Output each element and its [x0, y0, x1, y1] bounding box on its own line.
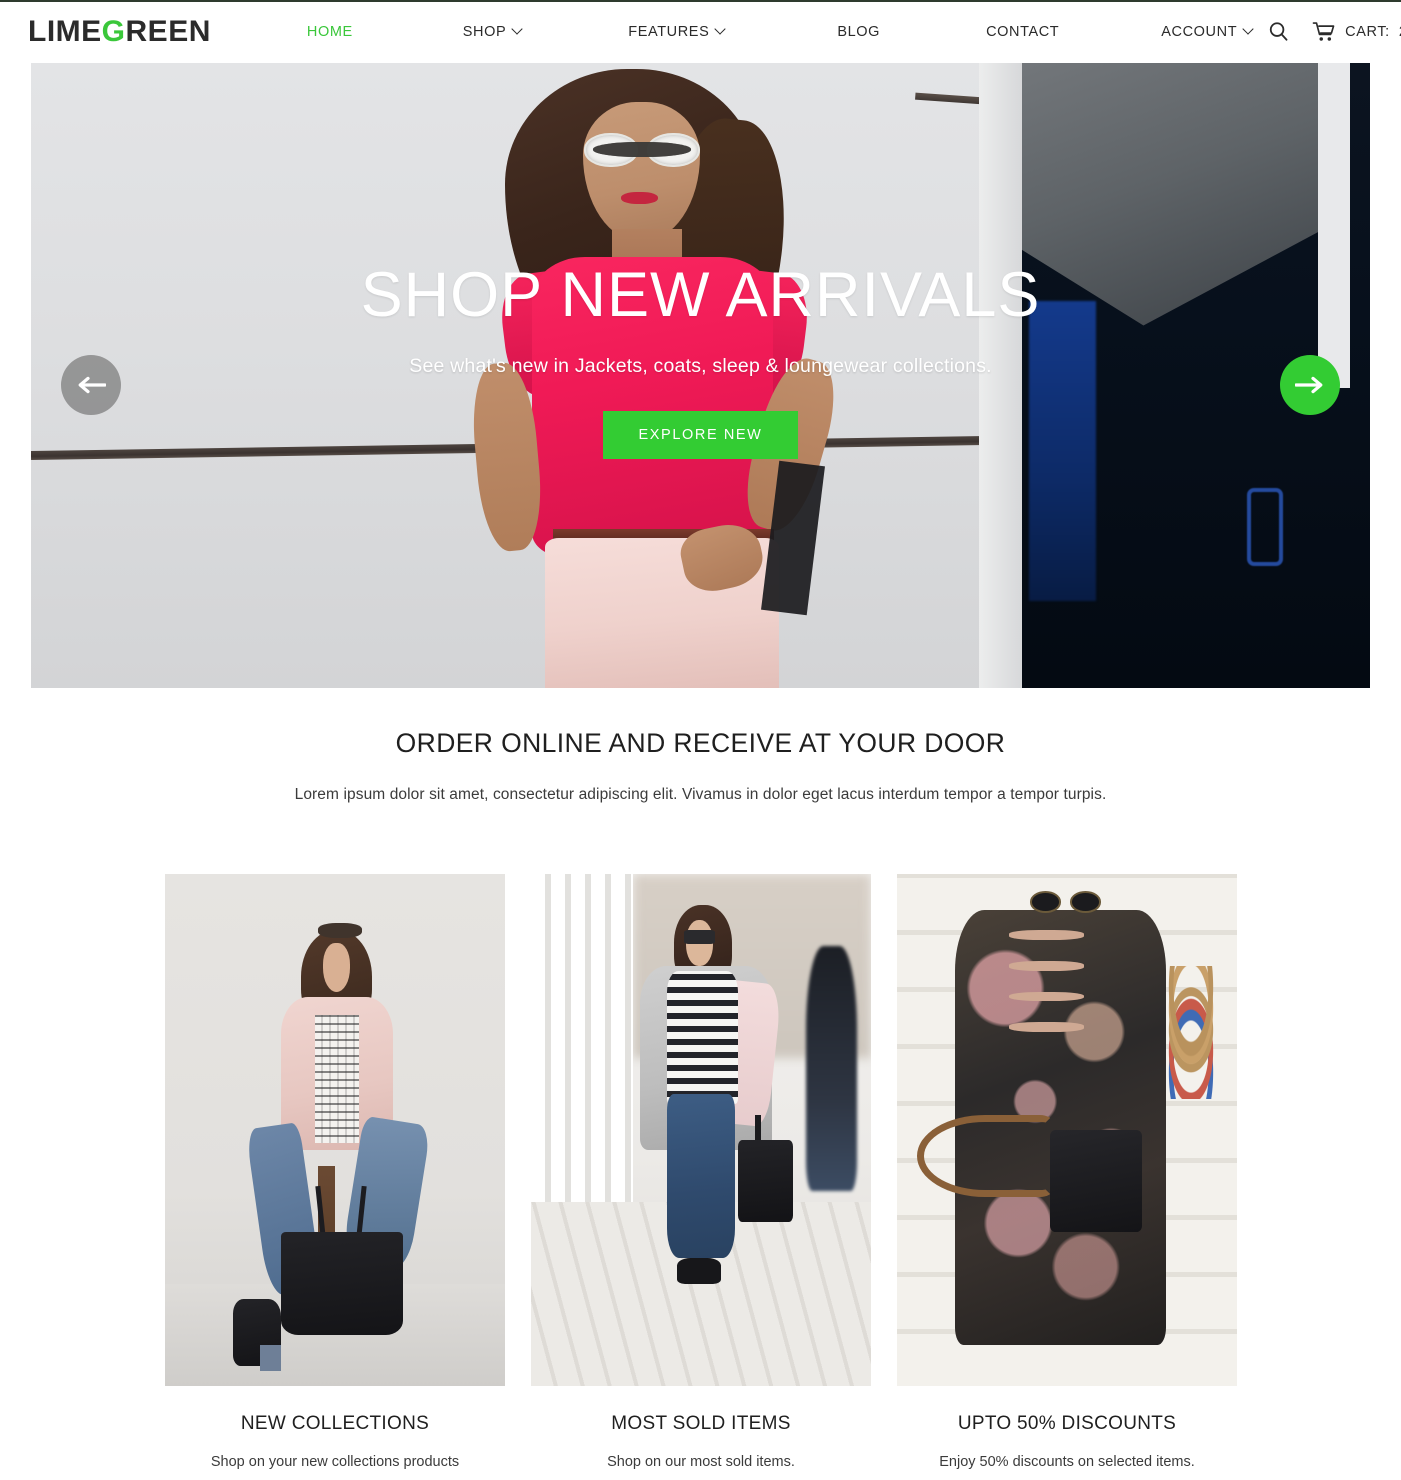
model-lips	[621, 191, 658, 205]
category-desc-discounts: Enjoy 50% discounts on selected items.	[939, 1454, 1195, 1470]
nav-item-home-label: HOME	[306, 23, 353, 40]
sunglasses-icon	[1029, 891, 1101, 913]
section-subtitle: Lorem ipsum dolor sit amet, consectetur …	[294, 786, 1107, 803]
main-navigation: HOME SHOP FEATURES BLOG CONTACT ACCOUNT	[289, 24, 1267, 40]
category-card-new-collections: NEW COLLECTIONS Shop on your new collect…	[165, 874, 505, 1470]
hero-slider: SHOP NEW ARRIVALS See what's new in Jack…	[31, 63, 1370, 688]
category-cards: NEW COLLECTIONS Shop on your new collect…	[165, 874, 1237, 1470]
nav-item-contact-label: CONTACT	[986, 23, 1060, 40]
nav-item-features[interactable]: FEATURES	[614, 24, 739, 40]
sunglasses-icon	[584, 133, 701, 167]
search-icon	[1269, 22, 1288, 41]
nav-item-contact[interactable]: CONTACT	[972, 24, 1073, 40]
header-actions: CART: 2	[1267, 20, 1401, 43]
category-card-discounts: UPTO 50% DISCOUNTS Enjoy 50% discounts o…	[897, 874, 1237, 1470]
arrow-left-icon	[78, 376, 106, 394]
site-header: LIMEGREEN HOME SHOP FEATURES BLOG CONTAC…	[0, 2, 1401, 61]
category-title-new-collections: NEW COLLECTIONS	[240, 1413, 430, 1434]
carousel-next-button[interactable]	[1280, 355, 1340, 415]
nav-item-features-label: FEATURES	[628, 23, 710, 40]
model-pink-top	[531, 256, 773, 557]
category-title-discounts: UPTO 50% DISCOUNTS	[957, 1413, 1177, 1434]
leather-belt	[917, 1114, 1054, 1197]
logo-part-1: LIME	[28, 14, 102, 48]
nav-item-shop-label: SHOP	[462, 23, 507, 40]
category-image-most-sold-items[interactable]	[531, 874, 871, 1386]
nav-item-blog-label: BLOG	[837, 23, 881, 40]
site-logo[interactable]: LIMEGREEN	[28, 15, 211, 49]
arrow-right-icon	[1295, 376, 1323, 394]
explore-new-button[interactable]: EXPLORE NEW	[602, 411, 799, 459]
cart-label: CART:	[1345, 23, 1390, 40]
intro-section: ORDER ONLINE AND RECEIVE AT YOUR DOOR Lo…	[0, 728, 1401, 804]
cart-button[interactable]: CART: 2	[1312, 21, 1401, 43]
shopping-cart-icon	[1312, 21, 1335, 41]
nav-item-home[interactable]: HOME	[293, 24, 367, 40]
logo-part-2: REEN	[125, 14, 211, 48]
nav-item-shop[interactable]: SHOP	[449, 24, 537, 40]
hero-background-image	[31, 63, 1370, 688]
category-image-discounts[interactable]	[897, 874, 1237, 1386]
nav-item-account[interactable]: ACCOUNT	[1147, 24, 1267, 40]
sunglass-lens-right	[593, 133, 701, 167]
carousel-prev-button[interactable]	[61, 355, 121, 415]
chevron-down-icon	[1244, 25, 1253, 34]
category-image-new-collections[interactable]	[165, 874, 505, 1386]
chevron-down-icon	[513, 25, 522, 34]
nav-item-blog[interactable]: BLOG	[823, 24, 894, 40]
category-desc-most-sold-items: Shop on our most sold items.	[607, 1454, 795, 1470]
chevron-down-icon	[716, 25, 725, 34]
sunglasses-on-head-icon	[318, 922, 363, 938]
search-button[interactable]	[1267, 20, 1290, 43]
section-title: ORDER ONLINE AND RECEIVE AT YOUR DOOR	[395, 728, 1006, 758]
nav-item-account-label: ACCOUNT	[1161, 23, 1238, 40]
hero-model	[31, 63, 1370, 688]
bangles	[1155, 966, 1227, 1100]
category-title-most-sold-items: MOST SOLD ITEMS	[611, 1413, 791, 1434]
logo-accent-letter: G	[101, 14, 126, 48]
black-purse	[1050, 1130, 1142, 1233]
page-root: LIMEGREEN HOME SHOP FEATURES BLOG CONTAC…	[0, 0, 1401, 1480]
category-desc-new-collections: Shop on your new collections products	[210, 1454, 460, 1470]
eyeglasses-icon	[684, 930, 715, 944]
category-card-most-sold-items: MOST SOLD ITEMS Shop on our most sold it…	[531, 874, 871, 1470]
